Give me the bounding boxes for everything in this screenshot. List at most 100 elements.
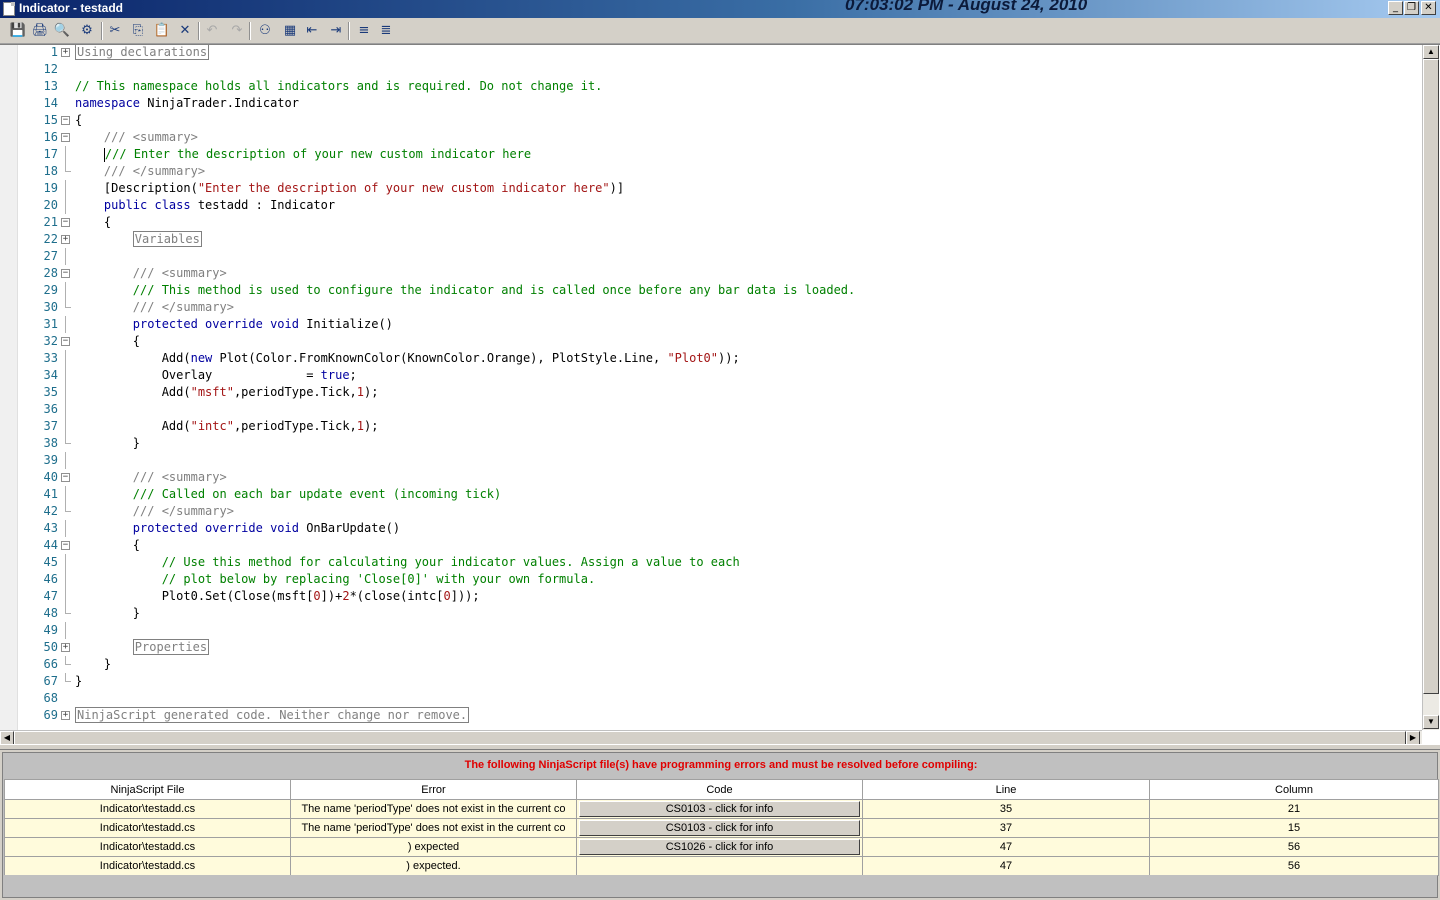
collapse-icon[interactable]: − [61, 541, 70, 550]
code-line[interactable]: 27 [0, 248, 1420, 265]
code-lines[interactable]: 1 + Using declarations 12 13// This namespac… [0, 45, 1420, 730]
error-code-button[interactable]: CS1026 - click for info [579, 839, 860, 855]
code-text[interactable]: { [75, 333, 140, 350]
vertical-scrollbar[interactable]: ▲ ▼ [1422, 45, 1439, 730]
code-line[interactable]: 38 } [0, 435, 1420, 452]
code-line[interactable]: 12 [0, 61, 1420, 78]
code-line[interactable]: 17 /// Enter the description of your new… [0, 146, 1420, 163]
code-line[interactable]: 15−{ [0, 112, 1420, 129]
code-text[interactable]: /// </summary> [75, 299, 234, 316]
code-line[interactable]: 30 /// </summary> [0, 299, 1420, 316]
code-text[interactable]: NinjaScript generated code. Neither chan… [75, 707, 470, 724]
error-row[interactable]: Indicator\testadd.cs The name 'periodType… [4, 799, 1439, 819]
expand-icon[interactable]: + [61, 643, 70, 652]
code-text[interactable]: namespace NinjaTrader.Indicator [75, 95, 299, 112]
code-line[interactable]: 47 Plot0.Set(Close(msft[0])+2*(close(int… [0, 588, 1420, 605]
error-row[interactable]: Indicator\testadd.cs The name 'periodType… [4, 818, 1439, 838]
code-line[interactable]: 36 [0, 401, 1420, 418]
code-line[interactable]: 32− { [0, 333, 1420, 350]
code-text[interactable]: /// <summary> [75, 469, 227, 486]
outdent-icon[interactable]: ⇤ [303, 22, 321, 40]
code-text[interactable]: /// </summary> [75, 163, 205, 180]
code-line[interactable]: 14 namespace NinjaTrader.Indicator [0, 95, 1420, 112]
code-line[interactable]: 35 Add("msft",periodType.Tick,1); [0, 384, 1420, 401]
code-text[interactable]: } [75, 605, 140, 622]
find-icon[interactable]: ⚇ [256, 22, 274, 40]
vertical-scroll-thumb[interactable] [1423, 59, 1439, 694]
delete-icon[interactable]: ✕ [176, 22, 194, 40]
code-text[interactable]: public class testadd : Indicator [75, 197, 335, 214]
undo-icon[interactable]: ↶ [203, 22, 221, 40]
code-text[interactable]: Plot0.Set(Close(msft[0])+2*(close(intc[0… [75, 588, 480, 605]
code-text[interactable]: Using declarations [75, 45, 210, 61]
error-row[interactable]: Indicator\testadd.cs) expected. 47 56 [4, 856, 1439, 876]
code-text[interactable]: // Use this method for calculating your … [75, 554, 740, 571]
code-text[interactable]: /// Called on each bar update event (inc… [75, 486, 501, 503]
code-text[interactable]: protected override void Initialize() [75, 316, 393, 333]
code-text[interactable]: Overlay = true; [75, 367, 357, 384]
column-header-column[interactable]: Column [1149, 779, 1439, 800]
code-line[interactable]: 41 /// Called on each bar update event (… [0, 486, 1420, 503]
code-line[interactable]: 67} [0, 673, 1420, 690]
code-line[interactable]: 16− /// <summary> [0, 129, 1420, 146]
code-line[interactable]: 44− { [0, 537, 1420, 554]
code-line[interactable]: 33 Add(new Plot(Color.FromKnownColor(Kno… [0, 350, 1420, 367]
code-line[interactable]: 29 /// This method is used to configure … [0, 282, 1420, 299]
code-line[interactable]: 50 + Properties [0, 639, 1420, 656]
collapse-icon[interactable]: − [61, 269, 70, 278]
code-text[interactable]: Add("intc",periodType.Tick,1); [75, 418, 379, 435]
code-line[interactable]: 28− /// <summary> [0, 265, 1420, 282]
column-header-error[interactable]: Error [290, 779, 577, 800]
horizontal-scrollbar[interactable]: ◀ ▶ [0, 730, 1422, 744]
collapse-icon[interactable]: − [61, 337, 70, 346]
code-line[interactable]: 1 + Using declarations [0, 45, 1420, 61]
scroll-right-icon[interactable]: ▶ [1406, 731, 1420, 744]
code-text[interactable]: } [75, 656, 111, 673]
error-row[interactable]: Indicator\testadd.cs) expected CS1026 - c… [4, 837, 1439, 857]
collapse-icon[interactable]: − [61, 473, 70, 482]
scroll-up-icon[interactable]: ▲ [1423, 45, 1439, 59]
code-text[interactable]: [Description("Enter the description of y… [75, 180, 624, 197]
code-text[interactable]: /// <summary> [75, 129, 198, 146]
code-text[interactable]: /// <summary> [75, 265, 227, 282]
code-line[interactable]: 45 // Use this method for calculating yo… [0, 554, 1420, 571]
code-text[interactable]: // plot below by replacing 'Close[0]' wi… [75, 571, 595, 588]
code-line[interactable]: 18 /// </summary> [0, 163, 1420, 180]
code-line[interactable]: 13 // This namespace holds all indicators… [0, 78, 1420, 95]
code-text[interactable]: { [75, 214, 111, 231]
code-text[interactable]: /// </summary> [75, 503, 234, 520]
expand-icon[interactable]: + [61, 48, 70, 57]
code-line[interactable]: 40− /// <summary> [0, 469, 1420, 486]
close-button[interactable]: ✕ [1421, 1, 1436, 15]
code-line[interactable]: 43 protected override void OnBarUpdate() [0, 520, 1420, 537]
code-text[interactable]: { [75, 537, 140, 554]
replace-icon[interactable]: ▦ [281, 22, 299, 40]
code-line[interactable]: 19 [Description("Enter the description o… [0, 180, 1420, 197]
scroll-down-icon[interactable]: ▼ [1423, 715, 1439, 729]
code-text[interactable]: Add("msft",periodType.Tick,1); [75, 384, 379, 401]
code-text[interactable]: Variables [75, 231, 202, 248]
code-line[interactable]: 20 public class testadd : Indicator [0, 197, 1420, 214]
comment-icon[interactable]: ≡ [355, 22, 373, 40]
code-line[interactable]: 46 // plot below by replacing 'Close[0]'… [0, 571, 1420, 588]
scroll-left-icon[interactable]: ◀ [0, 731, 14, 744]
code-text[interactable]: Properties [75, 639, 210, 656]
code-text[interactable]: } [75, 435, 140, 452]
code-line[interactable]: 22 + Variables [0, 231, 1420, 248]
code-line[interactable]: 48 } [0, 605, 1420, 622]
save-icon[interactable]: 💾 [9, 22, 27, 40]
expand-icon[interactable]: + [61, 711, 70, 720]
code-line[interactable]: 34 Overlay = true; [0, 367, 1420, 384]
code-text[interactable]: } [75, 673, 82, 690]
code-line[interactable]: 42 /// </summary> [0, 503, 1420, 520]
code-text[interactable]: { [75, 112, 82, 129]
uncomment-icon[interactable]: ≣ [377, 22, 395, 40]
panel-splitter[interactable] [0, 744, 1440, 750]
expand-icon[interactable]: + [61, 235, 70, 244]
paste-icon[interactable]: 📋 [153, 22, 171, 40]
column-header-file[interactable]: NinjaScript File [4, 779, 291, 800]
indent-icon[interactable]: ⇥ [327, 22, 345, 40]
code-line[interactable]: 39 [0, 452, 1420, 469]
print-preview-icon[interactable]: 🔍 [53, 22, 71, 40]
error-code-button[interactable]: CS0103 - click for info [579, 820, 860, 836]
